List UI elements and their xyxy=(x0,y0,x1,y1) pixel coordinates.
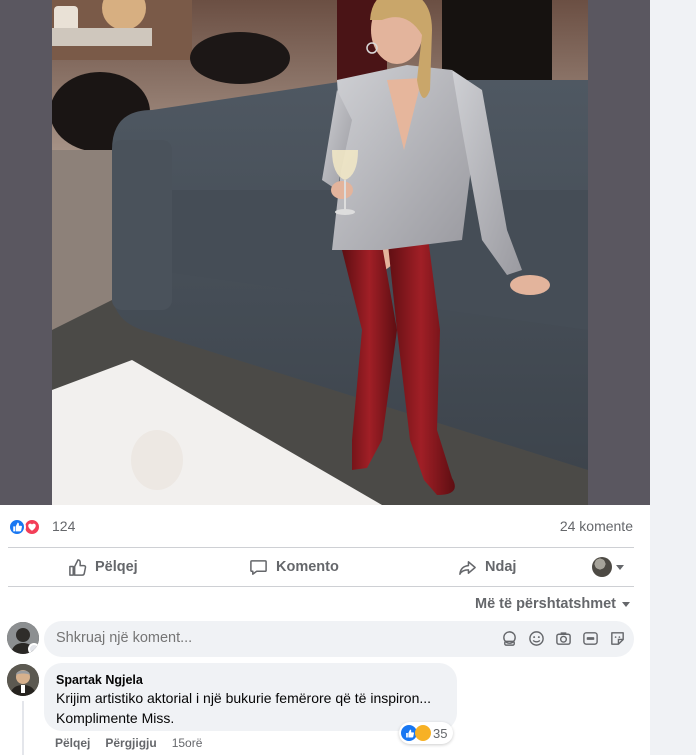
comment-box xyxy=(44,621,634,657)
comment-like-link[interactable]: Pëlqej xyxy=(55,736,90,750)
caret-down-icon xyxy=(616,564,624,570)
comment-text-line-2: Komplimente Miss. xyxy=(56,710,175,726)
thread-line xyxy=(22,701,24,755)
gif-icon[interactable] xyxy=(581,629,599,647)
reactions-summary: 124 24 komente xyxy=(0,505,650,547)
sticker-icon[interactable] xyxy=(608,629,626,647)
camera-icon[interactable] xyxy=(554,629,572,647)
post-photo[interactable] xyxy=(52,0,588,505)
photo-frame xyxy=(0,0,650,505)
reaction-count[interactable]: 124 xyxy=(52,518,75,534)
comment-reaction-count: 35 xyxy=(433,725,448,741)
wow-reaction-icon xyxy=(415,725,431,741)
share-button[interactable]: Ndaj xyxy=(458,548,516,586)
comment-button[interactable]: Komento xyxy=(249,548,339,586)
comment-timestamp[interactable]: 15orë xyxy=(172,736,203,750)
avatar[interactable] xyxy=(7,664,39,696)
post-card: 124 24 komente Pëlqej Komento Ndaj Më të… xyxy=(0,0,650,755)
comment-item: Spartak Ngjela Krijim artistiko aktorial… xyxy=(0,663,650,755)
reaction-icons[interactable] xyxy=(8,518,44,536)
comment-bubble: Spartak Ngjela Krijim artistiko aktorial… xyxy=(44,663,457,731)
commenter-avatar-photo xyxy=(7,664,39,696)
like-button[interactable]: Pëlqej xyxy=(68,548,138,586)
photo-illustration xyxy=(52,0,588,505)
divider-bottom xyxy=(8,586,634,587)
avatar-badge xyxy=(28,643,39,654)
comment-button-label: Komento xyxy=(276,559,339,575)
composer-icons xyxy=(500,629,626,647)
like-button-label: Pëlqej xyxy=(95,559,138,575)
comment-text-line-1: Krijim artistiko aktorial i një bukurie … xyxy=(56,690,432,706)
comment-count[interactable]: 24 komente xyxy=(560,518,633,534)
avatar xyxy=(592,557,612,577)
like-reaction-icon xyxy=(8,518,26,536)
thumbs-up-icon xyxy=(69,558,87,576)
comment-reactions[interactable]: 35 xyxy=(399,722,454,744)
comment-author[interactable]: Spartak Ngjela xyxy=(56,672,445,688)
share-arrow-icon xyxy=(459,560,476,575)
right-gutter xyxy=(650,0,696,755)
avatar-sticker-icon[interactable] xyxy=(500,629,518,647)
smiley-icon[interactable] xyxy=(527,629,545,647)
comment-composer xyxy=(0,621,650,657)
caret-down-icon xyxy=(622,601,630,607)
comment-input[interactable] xyxy=(56,630,476,646)
current-user-avatar[interactable] xyxy=(7,622,39,654)
comment-sort-dropdown[interactable]: Më të përshtatshmet xyxy=(475,596,630,612)
post-action-bar: Pëlqej Komento Ndaj xyxy=(0,548,650,586)
share-button-label: Ndaj xyxy=(485,559,517,575)
post-as-selector[interactable] xyxy=(592,557,624,577)
comment-sort-label: Më të përshtatshmet xyxy=(474,596,616,612)
speech-bubble-icon xyxy=(250,559,267,575)
comment-actions: Pëlqej Përgjigju 15orë xyxy=(55,736,202,750)
comment-reply-link[interactable]: Përgjigju xyxy=(105,736,156,750)
